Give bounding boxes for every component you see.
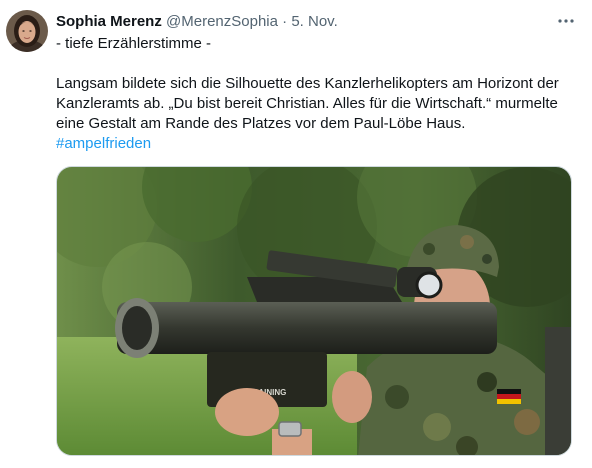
- more-options-button[interactable]: [554, 9, 578, 33]
- tweet-text: - tiefe Erzählerstimme - Langsam bildete…: [56, 34, 586, 154]
- tweet-media-photo[interactable]: TRAINING: [56, 166, 572, 456]
- separator-dot: ·: [282, 13, 288, 30]
- hashtag-link[interactable]: #ampelfrieden: [56, 135, 151, 152]
- avatar[interactable]: [6, 10, 48, 52]
- author-handle[interactable]: @MerenzSophia: [166, 13, 278, 30]
- launcher-tube: [117, 302, 497, 354]
- author-name[interactable]: Sophia Merenz: [56, 13, 162, 30]
- more-horizontal-icon: [558, 19, 574, 23]
- tweet-header: Sophia Merenz @MerenzSophia · 5. Nov.: [56, 12, 552, 32]
- tweet-date[interactable]: 5. Nov.: [291, 13, 337, 30]
- tweet-line-1: - tiefe Erzählerstimme -: [56, 35, 212, 52]
- tweet-paragraph: Langsam bildete sich die Silhouette des …: [56, 75, 559, 132]
- avatar-image: [6, 10, 48, 52]
- tweet-card[interactable]: Sophia Merenz @MerenzSophia · 5. Nov. - …: [0, 0, 592, 468]
- photo-soldier-with-launcher: TRAINING: [57, 167, 571, 455]
